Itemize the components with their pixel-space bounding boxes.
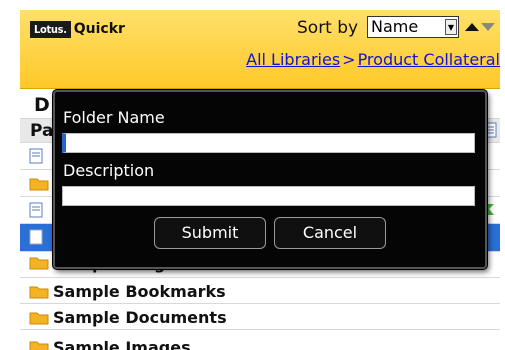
document-icon (29, 202, 43, 218)
breadcrumb-separator: > (342, 50, 356, 69)
submit-button[interactable]: Submit (154, 217, 266, 249)
document-icon (29, 148, 43, 164)
list-item[interactable]: Sample Documents (20, 304, 500, 330)
list-item-label: Sample Images (53, 338, 191, 350)
folder-icon (29, 286, 49, 299)
breadcrumb-product-collateral[interactable]: Product Collateral (358, 50, 500, 69)
sort-descending-icon (481, 23, 495, 31)
cancel-button[interactable]: Cancel (274, 217, 386, 249)
list-item[interactable]: Sample Bookmarks (20, 278, 500, 304)
folder-icon (29, 341, 49, 350)
description-input[interactable] (62, 186, 475, 206)
sort-by-value: Name (371, 17, 419, 36)
folder-name-label: Folder Name (63, 108, 165, 127)
folder-icon (29, 178, 49, 191)
description-label: Description (63, 161, 155, 180)
list-item-label: Sample Bookmarks (53, 282, 226, 301)
sort-by-label: Sort by (297, 18, 359, 38)
sort-direction-icon[interactable] (463, 19, 497, 35)
folder-icon (29, 312, 49, 325)
column-header-name[interactable]: Pa (30, 121, 53, 141)
sort-ascending-icon (465, 23, 479, 31)
list-item[interactable]: Sample Images (20, 330, 500, 350)
document-icon (29, 229, 43, 245)
brand-name: Quickr (73, 21, 125, 37)
breadcrumb-all-libraries[interactable]: All Libraries (246, 50, 340, 69)
breadcrumb: All Libraries > Product Collateral (246, 50, 500, 69)
sort-by-select[interactable]: Name ▼ (367, 16, 459, 38)
lotus-quickr-logo: Lotus. Quickr (30, 19, 125, 39)
brand-badge: Lotus. (30, 20, 71, 38)
chevron-down-icon[interactable]: ▼ (445, 19, 457, 35)
folder-name-input[interactable] (62, 133, 475, 153)
folder-icon (29, 257, 49, 270)
new-folder-dialog: Folder Name Description Submit Cancel (53, 90, 487, 269)
list-item-label: Sample Documents (53, 308, 227, 327)
app-header: Lotus. Quickr Sort by Name ▼ All Librari… (20, 10, 500, 89)
app-window: Lotus. Quickr Sort by Name ▼ All Librari… (20, 10, 500, 350)
list-heading: D (34, 94, 50, 116)
